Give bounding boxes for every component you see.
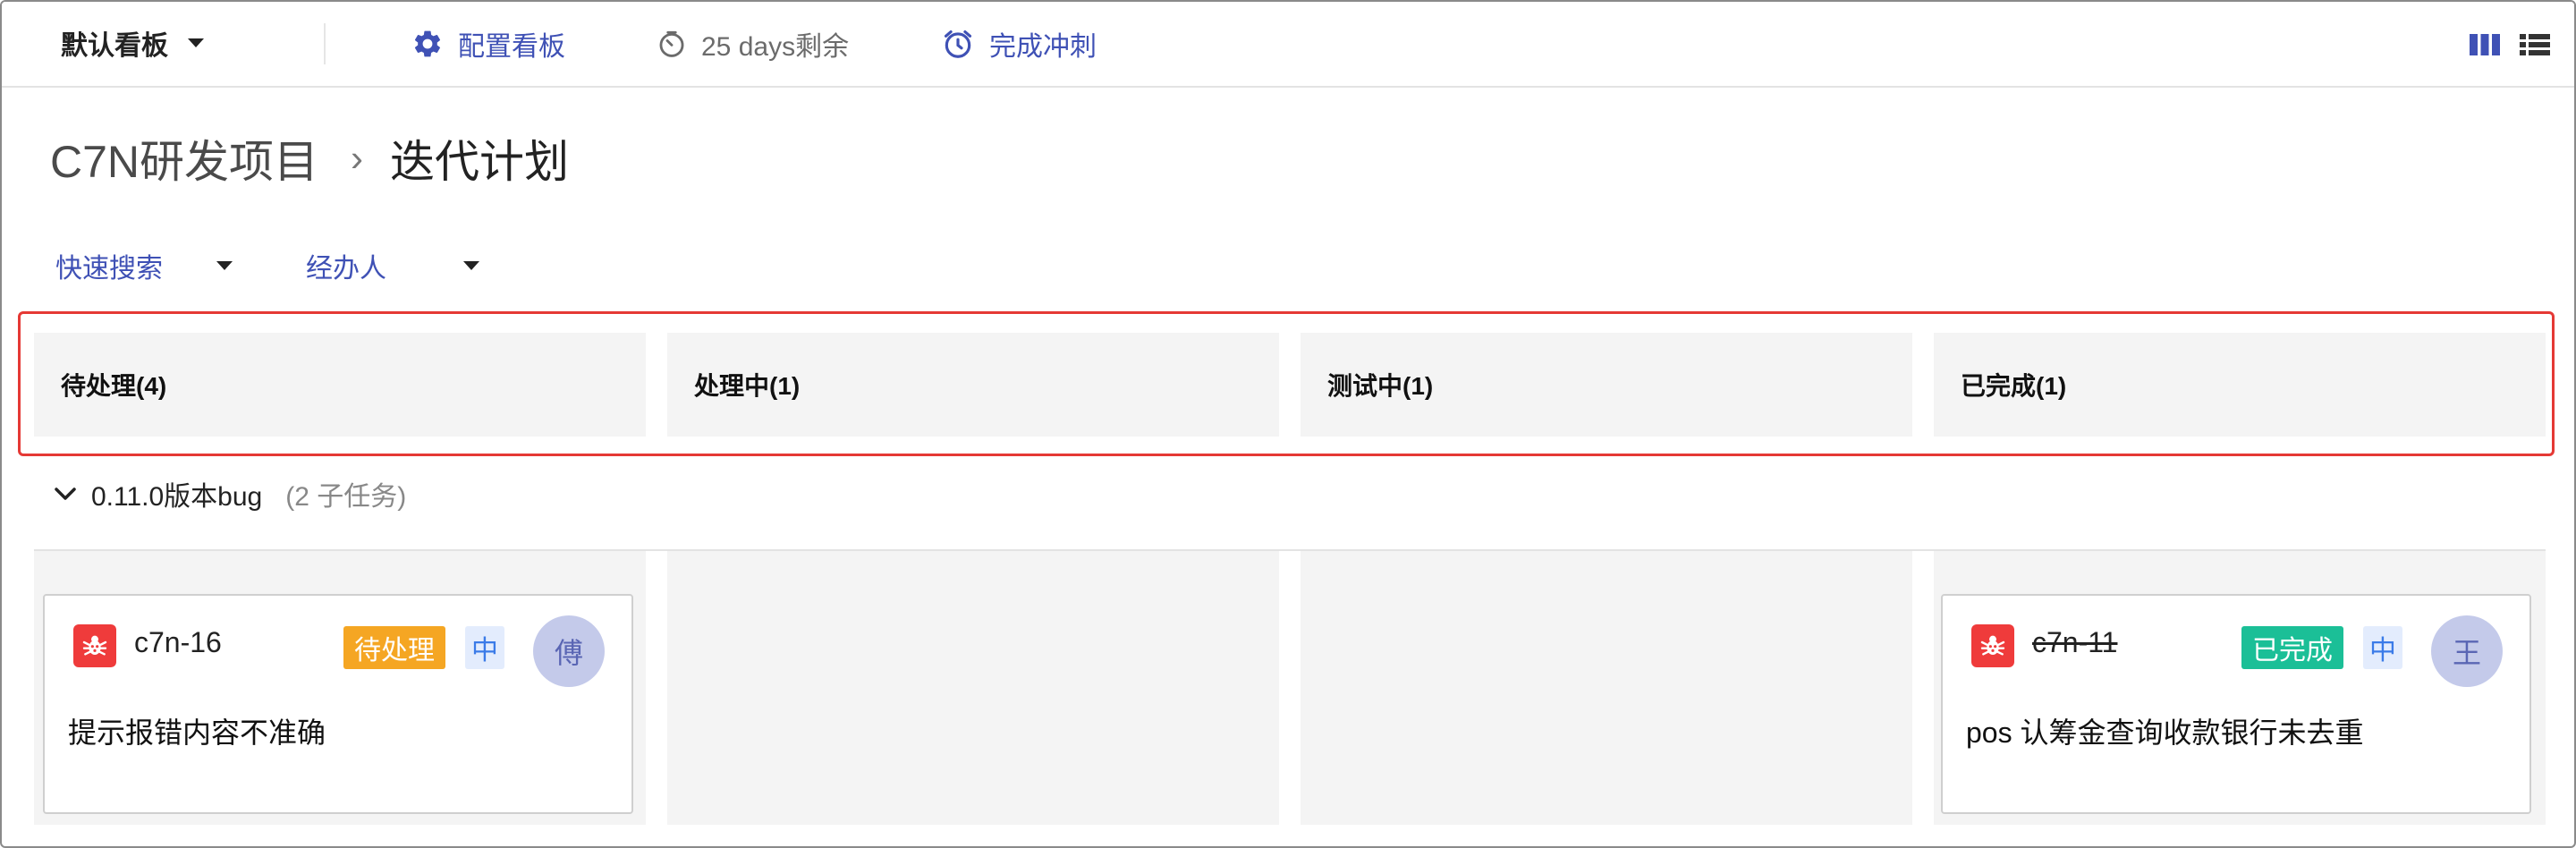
column-title: 已完成(1) — [1961, 372, 2067, 400]
issue-card[interactable]: c7n-11 已完成 中 王 pos 认筹金查询收款银行未去重 — [1941, 594, 2531, 814]
assignee-filter[interactable]: 经办人 — [306, 246, 479, 285]
board-name: 默认看板 — [61, 31, 168, 61]
config-board-label: 配置看板 — [458, 32, 565, 62]
priority-badge: 中 — [465, 626, 504, 669]
issue-card[interactable]: c7n-16 待处理 中 傅 提示报错内容不准确 — [43, 594, 633, 814]
bug-icon — [1971, 624, 2014, 667]
swimlane-subtask-count: (2 子任务) — [285, 482, 407, 512]
board-selector[interactable]: 默认看板 — [61, 25, 204, 61]
days-remaining-text: 25 days剩余 — [701, 32, 850, 62]
top-toolbar: 默认看板 配置看板 25 days剩余 完成冲刺 — [2, 2, 2574, 88]
column-header-in-progress: 处理中(1) — [667, 333, 1279, 437]
quick-search-filter[interactable]: 快速搜索 — [55, 246, 233, 285]
complete-sprint-label: 完成冲刺 — [989, 32, 1097, 62]
column-title: 测试中(1) — [1327, 372, 1434, 400]
lane-column-testing — [1301, 551, 1912, 825]
status-badge: 已完成 — [2241, 626, 2343, 669]
swimlane-title: 0.11.0版本bug — [91, 482, 263, 512]
quick-search-label: 快速搜索 — [55, 254, 163, 284]
chevron-down-icon — [55, 488, 76, 500]
avatar: 王 — [2431, 615, 2503, 687]
toolbar-divider — [324, 23, 326, 64]
breadcrumb-project[interactable]: C7N研发项目 — [50, 126, 318, 191]
priority-badge: 中 — [2363, 626, 2402, 669]
issue-id[interactable]: c7n-11 — [2032, 626, 2117, 659]
chevron-down-icon — [216, 261, 233, 270]
column-title: 待处理(4) — [61, 372, 167, 400]
gear-icon — [414, 30, 441, 57]
issue-id[interactable]: c7n-16 — [134, 626, 222, 659]
assignee-label: 经办人 — [306, 254, 386, 284]
lane-column-in-progress — [667, 551, 1279, 825]
issue-summary: 提示报错内容不准确 — [68, 717, 326, 749]
page-title: 迭代计划 — [390, 137, 570, 187]
alarm-clock-icon — [944, 30, 972, 58]
app-window: 默认看板 配置看板 25 days剩余 完成冲刺 C7N研发项目 › 迭代计划 … — [0, 0, 2576, 848]
view-switcher — [2469, 32, 2551, 57]
column-header-done: 已完成(1) — [1934, 333, 2546, 437]
breadcrumb: C7N研发项目 › 迭代计划 — [50, 125, 569, 191]
breadcrumb-separator: › — [351, 137, 364, 179]
config-board-button[interactable]: 配置看板 — [411, 23, 565, 64]
status-badge: 待处理 — [343, 626, 445, 669]
avatar: 傅 — [533, 615, 605, 687]
bug-icon — [73, 624, 116, 667]
column-header-todo: 待处理(4) — [34, 333, 646, 437]
column-header-testing: 测试中(1) — [1301, 333, 1912, 437]
issue-summary: pos 认筹金查询收款银行未去重 — [1966, 717, 2364, 749]
complete-sprint-button[interactable]: 完成冲刺 — [941, 23, 1097, 64]
filter-bar: 快速搜索 经办人 — [55, 245, 479, 286]
board-view-icon[interactable] — [2469, 32, 2501, 57]
chevron-down-icon — [463, 261, 479, 270]
swimlane-header[interactable]: 0.11.0版本bug (2 子任务) — [54, 476, 406, 512]
chevron-down-icon — [188, 38, 204, 47]
timer-icon — [659, 30, 684, 57]
column-title: 处理中(1) — [694, 372, 801, 400]
list-view-icon[interactable] — [2519, 32, 2551, 57]
sprint-days-remaining: 25 days剩余 — [657, 23, 849, 64]
